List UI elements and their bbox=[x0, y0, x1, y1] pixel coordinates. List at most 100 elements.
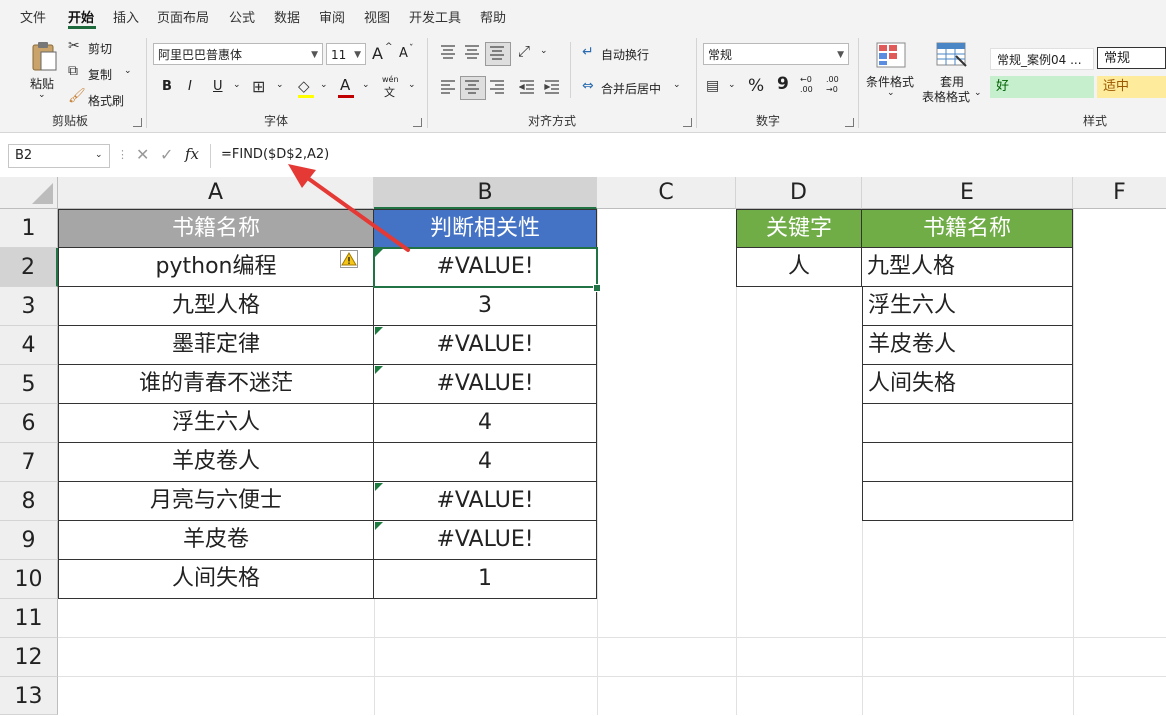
menu-formulas[interactable]: 公式 bbox=[229, 7, 255, 26]
format-table-button[interactable]: 表格格式 bbox=[922, 88, 970, 105]
orientation-dropdown-icon[interactable]: ⌄ bbox=[540, 46, 548, 56]
cell-a6[interactable]: 浮生六人 bbox=[58, 404, 374, 443]
format-table-dropdown-icon[interactable]: ⌄ bbox=[974, 88, 982, 98]
col-header-f[interactable]: F bbox=[1073, 177, 1166, 209]
grow-font-button[interactable]: A bbox=[372, 44, 383, 63]
menu-data[interactable]: 数据 bbox=[274, 7, 300, 26]
underline-button[interactable]: U bbox=[213, 79, 223, 94]
font-launcher-icon[interactable] bbox=[413, 118, 422, 127]
row-header-8[interactable]: 8 bbox=[0, 482, 58, 521]
cell-b4[interactable]: #VALUE! bbox=[374, 326, 597, 365]
style-neutral[interactable]: 适中 bbox=[1097, 76, 1166, 98]
row-header-9[interactable]: 9 bbox=[0, 521, 58, 560]
conditional-dropdown-icon[interactable]: ⌄ bbox=[887, 88, 895, 98]
align-middle-icon[interactable] bbox=[464, 45, 480, 59]
row-header-7[interactable]: 7 bbox=[0, 443, 58, 482]
cut-button[interactable]: 剪切 bbox=[88, 40, 112, 57]
cell-e6[interactable] bbox=[862, 404, 1073, 443]
row-header-5[interactable]: 5 bbox=[0, 365, 58, 404]
cell-b6[interactable]: 4 bbox=[374, 404, 597, 443]
phonetic-button[interactable]: 文 bbox=[384, 84, 395, 100]
font-size-select[interactable]: 11 ▼ bbox=[326, 43, 366, 65]
shrink-font-button[interactable]: A bbox=[399, 46, 408, 61]
decrease-decimal-button[interactable]: →0 bbox=[826, 85, 838, 94]
comma-button[interactable]: 9 bbox=[777, 74, 789, 94]
cell-b3[interactable]: 3 bbox=[374, 287, 597, 326]
paste-dropdown-icon[interactable]: ⌄ bbox=[38, 90, 46, 100]
menu-file[interactable]: 文件 bbox=[20, 7, 46, 26]
col-header-c[interactable]: C bbox=[597, 177, 736, 209]
cell-a9[interactable]: 羊皮卷 bbox=[58, 521, 374, 560]
row-header-13[interactable]: 13 bbox=[0, 677, 58, 715]
border-dropdown-icon[interactable]: ⌄ bbox=[276, 80, 284, 90]
menu-review[interactable]: 审阅 bbox=[319, 7, 345, 26]
increase-decimal-button[interactable]: .00 bbox=[800, 85, 813, 94]
bold-button[interactable]: B bbox=[162, 79, 172, 94]
orientation-icon[interactable]: ⤢ bbox=[518, 42, 530, 60]
increase-indent-icon[interactable] bbox=[544, 80, 560, 94]
clipboard-launcher-icon[interactable] bbox=[133, 118, 142, 127]
menu-home[interactable]: 开始 bbox=[68, 7, 94, 26]
insert-function-button[interactable]: fx bbox=[185, 145, 199, 163]
style-normal-case04[interactable]: 常规_案例04 ... bbox=[990, 48, 1094, 70]
row-header-2[interactable]: 2 bbox=[0, 248, 58, 287]
border-icon[interactable]: ⊞ bbox=[252, 77, 265, 96]
decrease-indent-icon[interactable] bbox=[519, 80, 535, 94]
align-left-icon[interactable] bbox=[440, 80, 456, 94]
cell-a10[interactable]: 人间失格 bbox=[58, 560, 374, 599]
underline-dropdown-icon[interactable]: ⌄ bbox=[233, 80, 241, 90]
style-good[interactable]: 好 bbox=[990, 76, 1094, 98]
cell-b7[interactable]: 4 bbox=[374, 443, 597, 482]
cell-d2[interactable]: 人 bbox=[736, 248, 862, 287]
cell-a4[interactable]: 墨菲定律 bbox=[58, 326, 374, 365]
name-box-dropdown-icon[interactable]: ⌄ bbox=[95, 150, 103, 160]
align-center-icon[interactable] bbox=[464, 80, 480, 94]
menu-page-layout[interactable]: 页面布局 bbox=[157, 7, 209, 26]
cell-e7[interactable] bbox=[862, 443, 1073, 482]
cell-a7[interactable]: 羊皮卷人 bbox=[58, 443, 374, 482]
accounting-dropdown-icon[interactable]: ⌄ bbox=[728, 80, 736, 90]
font-name-select[interactable]: 阿里巴巴普惠体 ▼ bbox=[153, 43, 323, 65]
cell-a5[interactable]: 谁的青春不迷茫 bbox=[58, 365, 374, 404]
percent-button[interactable]: % bbox=[748, 76, 764, 96]
fill-dropdown-icon[interactable]: ⌄ bbox=[320, 80, 328, 90]
cell-e4[interactable]: 羊皮卷人 bbox=[862, 326, 1073, 365]
cell-b5[interactable]: #VALUE! bbox=[374, 365, 597, 404]
menu-help[interactable]: 帮助 bbox=[480, 7, 506, 26]
style-normal[interactable]: 常规 bbox=[1097, 47, 1166, 69]
accounting-format-icon[interactable]: ▤ bbox=[706, 78, 719, 94]
number-format-select[interactable]: 常规 ▼ bbox=[703, 43, 849, 65]
cell-e5[interactable]: 人间失格 bbox=[862, 365, 1073, 404]
font-color-dropdown-icon[interactable]: ⌄ bbox=[362, 80, 370, 90]
confirm-entry-icon[interactable]: ✓ bbox=[160, 145, 173, 164]
phonetic-dropdown-icon[interactable]: ⌄ bbox=[408, 80, 416, 90]
cell-b10[interactable]: 1 bbox=[374, 560, 597, 599]
menu-view[interactable]: 视图 bbox=[364, 7, 390, 26]
fill-handle[interactable] bbox=[593, 284, 601, 292]
row-header-1[interactable]: 1 bbox=[0, 209, 58, 248]
align-top-icon[interactable] bbox=[440, 45, 456, 59]
cancel-entry-icon[interactable]: ✕ bbox=[136, 145, 149, 164]
header-keyword[interactable]: 关键字 bbox=[736, 209, 862, 248]
select-all-corner[interactable] bbox=[0, 177, 58, 209]
number-launcher-icon[interactable] bbox=[845, 118, 854, 127]
fill-color-icon[interactable]: ◇ bbox=[298, 77, 310, 95]
cell-a8[interactable]: 月亮与六便士 bbox=[58, 482, 374, 521]
italic-button[interactable]: I bbox=[188, 79, 192, 94]
menu-developer[interactable]: 开发工具 bbox=[409, 7, 461, 26]
cell-a3[interactable]: 九型人格 bbox=[58, 287, 374, 326]
row-header-10[interactable]: 10 bbox=[0, 560, 58, 599]
col-header-e[interactable]: E bbox=[862, 177, 1073, 209]
row-header-12[interactable]: 12 bbox=[0, 638, 58, 677]
alignment-launcher-icon[interactable] bbox=[683, 118, 692, 127]
cell-b8[interactable]: #VALUE! bbox=[374, 482, 597, 521]
cell-e8[interactable] bbox=[862, 482, 1073, 521]
row-header-4[interactable]: 4 bbox=[0, 326, 58, 365]
format-painter-button[interactable]: 格式刷 bbox=[88, 92, 124, 109]
align-right-icon[interactable] bbox=[489, 80, 505, 94]
header-book-title-e[interactable]: 书籍名称 bbox=[862, 209, 1073, 248]
col-header-d[interactable]: D bbox=[736, 177, 862, 209]
merge-dropdown-icon[interactable]: ⌄ bbox=[673, 80, 681, 90]
copy-button[interactable]: 复制 bbox=[88, 66, 112, 83]
cell-e2[interactable]: 九型人格 bbox=[862, 248, 1073, 287]
